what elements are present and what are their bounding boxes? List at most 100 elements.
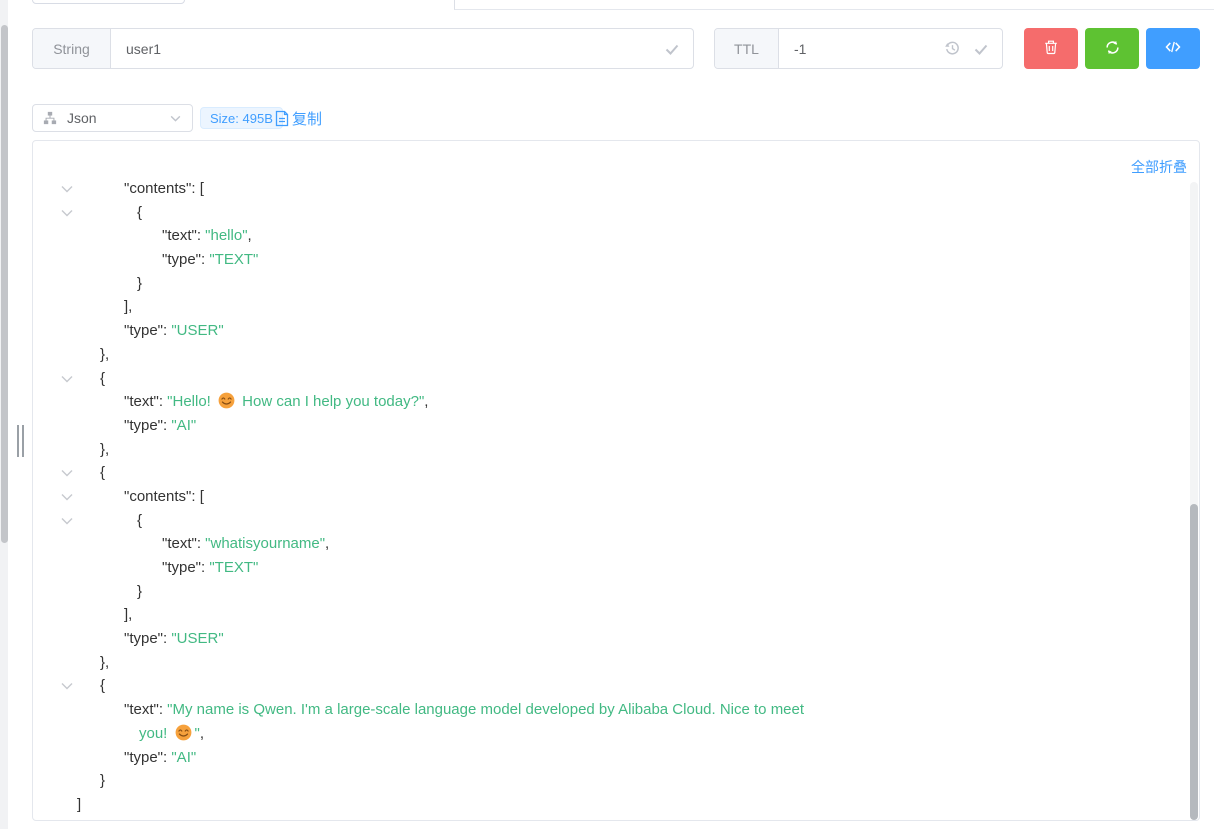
json-line: } xyxy=(34,769,1184,793)
json-token-str: "whatisyourname" xyxy=(205,535,325,552)
json-viewer-panel: 全部折叠 "contents": [{"text": "hello","type… xyxy=(32,140,1200,821)
json-line: { xyxy=(34,461,1184,485)
json-line: "type": "USER" xyxy=(34,319,1184,343)
json-token-key: "type" xyxy=(162,559,201,576)
json-token-punct: : [ xyxy=(191,488,204,505)
json-token-str: "AI" xyxy=(171,749,196,766)
delete-key-button[interactable] xyxy=(1024,28,1078,69)
json-token-punct: }, xyxy=(100,441,109,458)
json-token-key: "type" xyxy=(162,251,201,268)
json-line: ], xyxy=(34,603,1184,627)
json-line: } xyxy=(34,580,1184,604)
json-token-key: "type" xyxy=(124,322,163,339)
json-token-str: "TEXT" xyxy=(209,559,258,576)
collapse-toggle-icon[interactable] xyxy=(59,678,75,694)
copy-value-link[interactable]: 复制 xyxy=(275,106,322,130)
json-token-str: you! xyxy=(139,725,172,742)
json-token-key: "text" xyxy=(162,535,197,552)
json-line: "contents": [ xyxy=(34,485,1184,509)
json-token-punct: ], xyxy=(124,606,132,623)
json-token-punct: : [ xyxy=(191,182,204,197)
json-token-str: "USER" xyxy=(171,322,223,339)
ttl-history-icon[interactable] xyxy=(944,40,961,57)
tab-bar-border xyxy=(454,0,1214,10)
format-select-value: Json xyxy=(67,110,97,126)
json-token-punct: ] xyxy=(77,796,81,813)
smiling-face-emoji xyxy=(218,392,235,409)
json-token-punct: , xyxy=(200,725,204,742)
refresh-icon xyxy=(1104,39,1121,59)
json-line: "type": "AI" xyxy=(34,414,1184,438)
json-line: you! ", xyxy=(34,722,1184,746)
value-size-badge: Size: 495B xyxy=(200,107,283,129)
json-line: "text": "hello", xyxy=(34,224,1184,248)
collapse-toggle-icon[interactable] xyxy=(59,371,75,387)
json-token-punct: { xyxy=(137,204,142,221)
key-input-group: String xyxy=(32,28,694,69)
json-line: "type": "TEXT" xyxy=(34,556,1184,580)
json-scrollbar-thumb[interactable] xyxy=(1190,504,1198,820)
json-token-punct: } xyxy=(100,772,105,789)
collapse-toggle-icon[interactable] xyxy=(59,513,75,529)
json-token-key: "contents" xyxy=(124,182,191,197)
left-panel-scrollbar-thumb[interactable] xyxy=(1,25,8,543)
key-type-label: String xyxy=(33,29,111,68)
collapse-toggle-icon[interactable] xyxy=(59,489,75,505)
top-tab-partial[interactable] xyxy=(32,0,185,4)
json-token-key: "text" xyxy=(124,393,159,410)
json-token-punct: , xyxy=(248,227,252,244)
json-token-str: "My name is Qwen. I'm a large-scale lang… xyxy=(167,701,804,718)
json-token-punct: } xyxy=(137,275,142,292)
json-token-punct: }, xyxy=(100,654,109,671)
json-scroll-area[interactable]: "contents": [{"text": "hello","type": "T… xyxy=(34,182,1184,819)
json-line: ], xyxy=(34,295,1184,319)
json-token-str: "USER" xyxy=(171,630,223,647)
chevron-down-icon xyxy=(169,112,182,125)
json-token-punct: ], xyxy=(124,298,132,315)
collapse-all-link[interactable]: 全部折叠 xyxy=(1131,157,1187,177)
json-token-punct: { xyxy=(100,677,105,694)
value-format-select[interactable]: Json xyxy=(32,104,193,132)
smiling-face-emoji xyxy=(175,724,192,741)
json-token-punct: { xyxy=(100,370,105,387)
key-name-input[interactable] xyxy=(111,29,664,68)
json-line: }, xyxy=(34,438,1184,462)
json-token-str: "AI" xyxy=(171,417,196,434)
json-token-str: How can I help you today?" xyxy=(238,393,424,410)
json-line: { xyxy=(34,509,1184,533)
json-token-punct: } xyxy=(137,583,142,600)
code-icon xyxy=(1164,38,1182,59)
ttl-confirm-check-icon[interactable] xyxy=(973,41,989,57)
key-confirm-check-icon[interactable] xyxy=(664,41,680,57)
json-token-key: "text" xyxy=(124,701,159,718)
json-line: "text": "My name is Qwen. I'm a large-sc… xyxy=(34,698,1184,722)
json-token-str: "TEXT" xyxy=(209,251,258,268)
json-line: "type": "USER" xyxy=(34,627,1184,651)
json-scrollbar-track[interactable] xyxy=(1190,182,1198,819)
left-panel-scrollbar[interactable] xyxy=(0,0,8,829)
collapse-toggle-icon[interactable] xyxy=(59,465,75,481)
json-token-str: "hello" xyxy=(205,227,247,244)
json-line: "type": "TEXT" xyxy=(34,248,1184,272)
json-token-punct: , xyxy=(424,393,428,410)
edit-as-code-button[interactable] xyxy=(1146,28,1200,69)
collapse-toggle-icon[interactable] xyxy=(59,205,75,221)
json-line: ] xyxy=(34,793,1184,817)
json-token-punct: }, xyxy=(100,346,109,363)
collapse-toggle-icon[interactable] xyxy=(59,182,75,197)
json-line: { xyxy=(34,367,1184,391)
tree-icon xyxy=(43,111,57,125)
json-token-punct: { xyxy=(137,512,142,529)
json-token-key: "text" xyxy=(162,227,197,244)
ttl-input-group: TTL xyxy=(714,28,1003,69)
json-line: }, xyxy=(34,343,1184,367)
json-line: { xyxy=(34,201,1184,225)
json-token-key: "type" xyxy=(124,630,163,647)
json-tree: "contents": [{"text": "hello","type": "T… xyxy=(34,182,1184,817)
trash-icon xyxy=(1043,39,1059,58)
json-token-punct: { xyxy=(100,464,105,481)
ttl-value-input[interactable] xyxy=(779,29,944,68)
json-token-punct: : xyxy=(197,227,205,244)
refresh-value-button[interactable] xyxy=(1085,28,1139,69)
panel-resize-handle[interactable] xyxy=(17,425,24,457)
